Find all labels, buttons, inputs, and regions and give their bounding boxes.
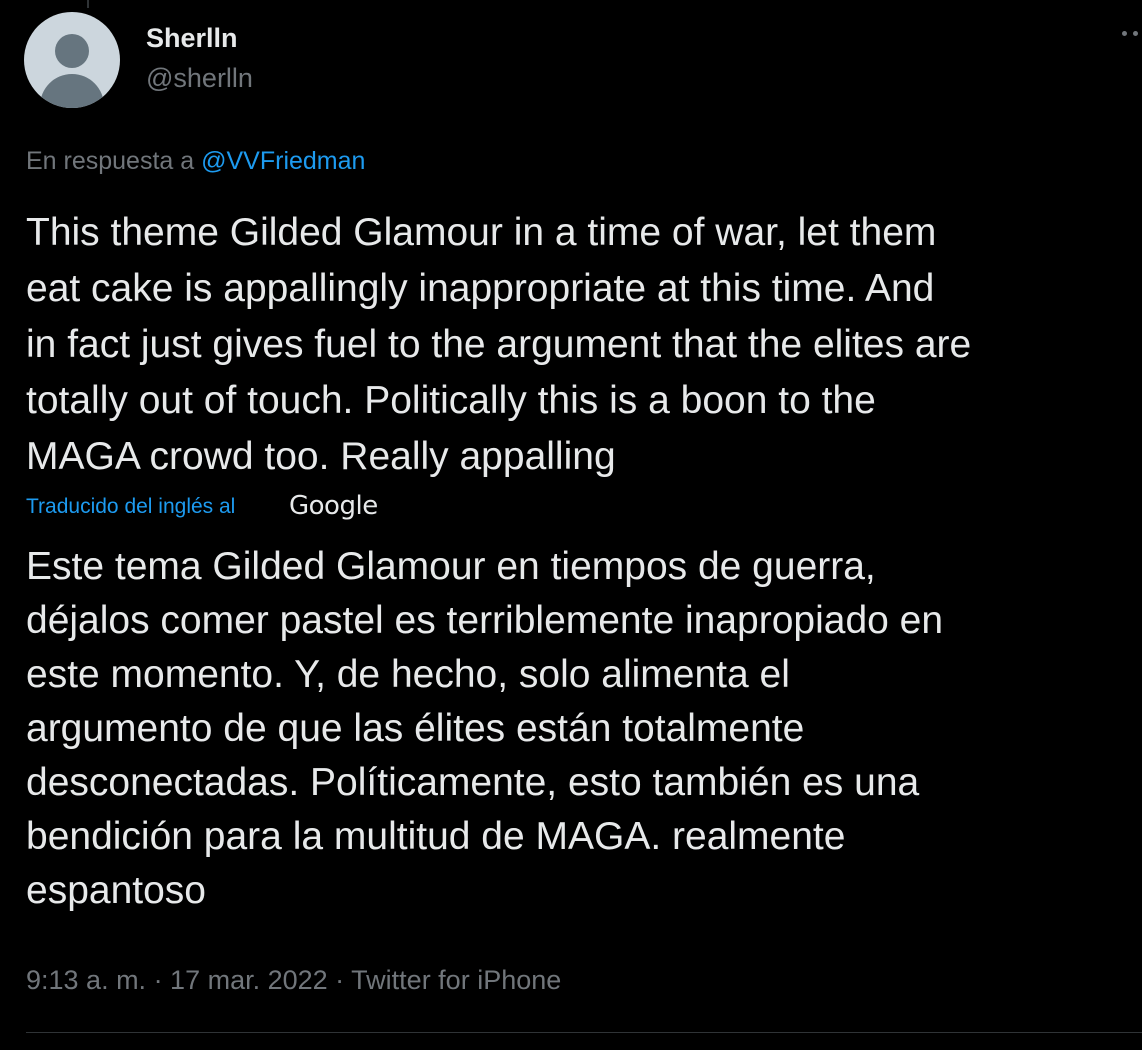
divider: [26, 1032, 1142, 1033]
tweet-timestamp-source[interactable]: 9:13 a. m. · 17 mar. 2022 · Twitter for …: [26, 963, 561, 997]
avatar-head-shape: [55, 34, 89, 68]
google-logo: Google: [289, 491, 378, 521]
avatar-shoulders-shape: [40, 74, 104, 108]
reply-prefix: En respuesta a: [26, 147, 195, 175]
reply-context: En respuesta a @VVFriedman: [26, 145, 365, 177]
tweet-text: This theme Gilded Glamour in a time of w…: [26, 211, 972, 478]
translated-tweet-text: Este tema Gilded Glamour en tiempos de g…: [26, 545, 944, 912]
translated-label[interactable]: Traducido del inglés al: [26, 492, 235, 522]
avatar[interactable]: [24, 12, 120, 108]
reply-mention-link[interactable]: @VVFriedman: [201, 147, 365, 175]
more-options-icon[interactable]: [1120, 28, 1142, 38]
display-name[interactable]: Sherlln: [146, 22, 238, 54]
reply-thread-line: [87, 0, 89, 8]
user-handle[interactable]: @sherlln: [146, 62, 253, 94]
